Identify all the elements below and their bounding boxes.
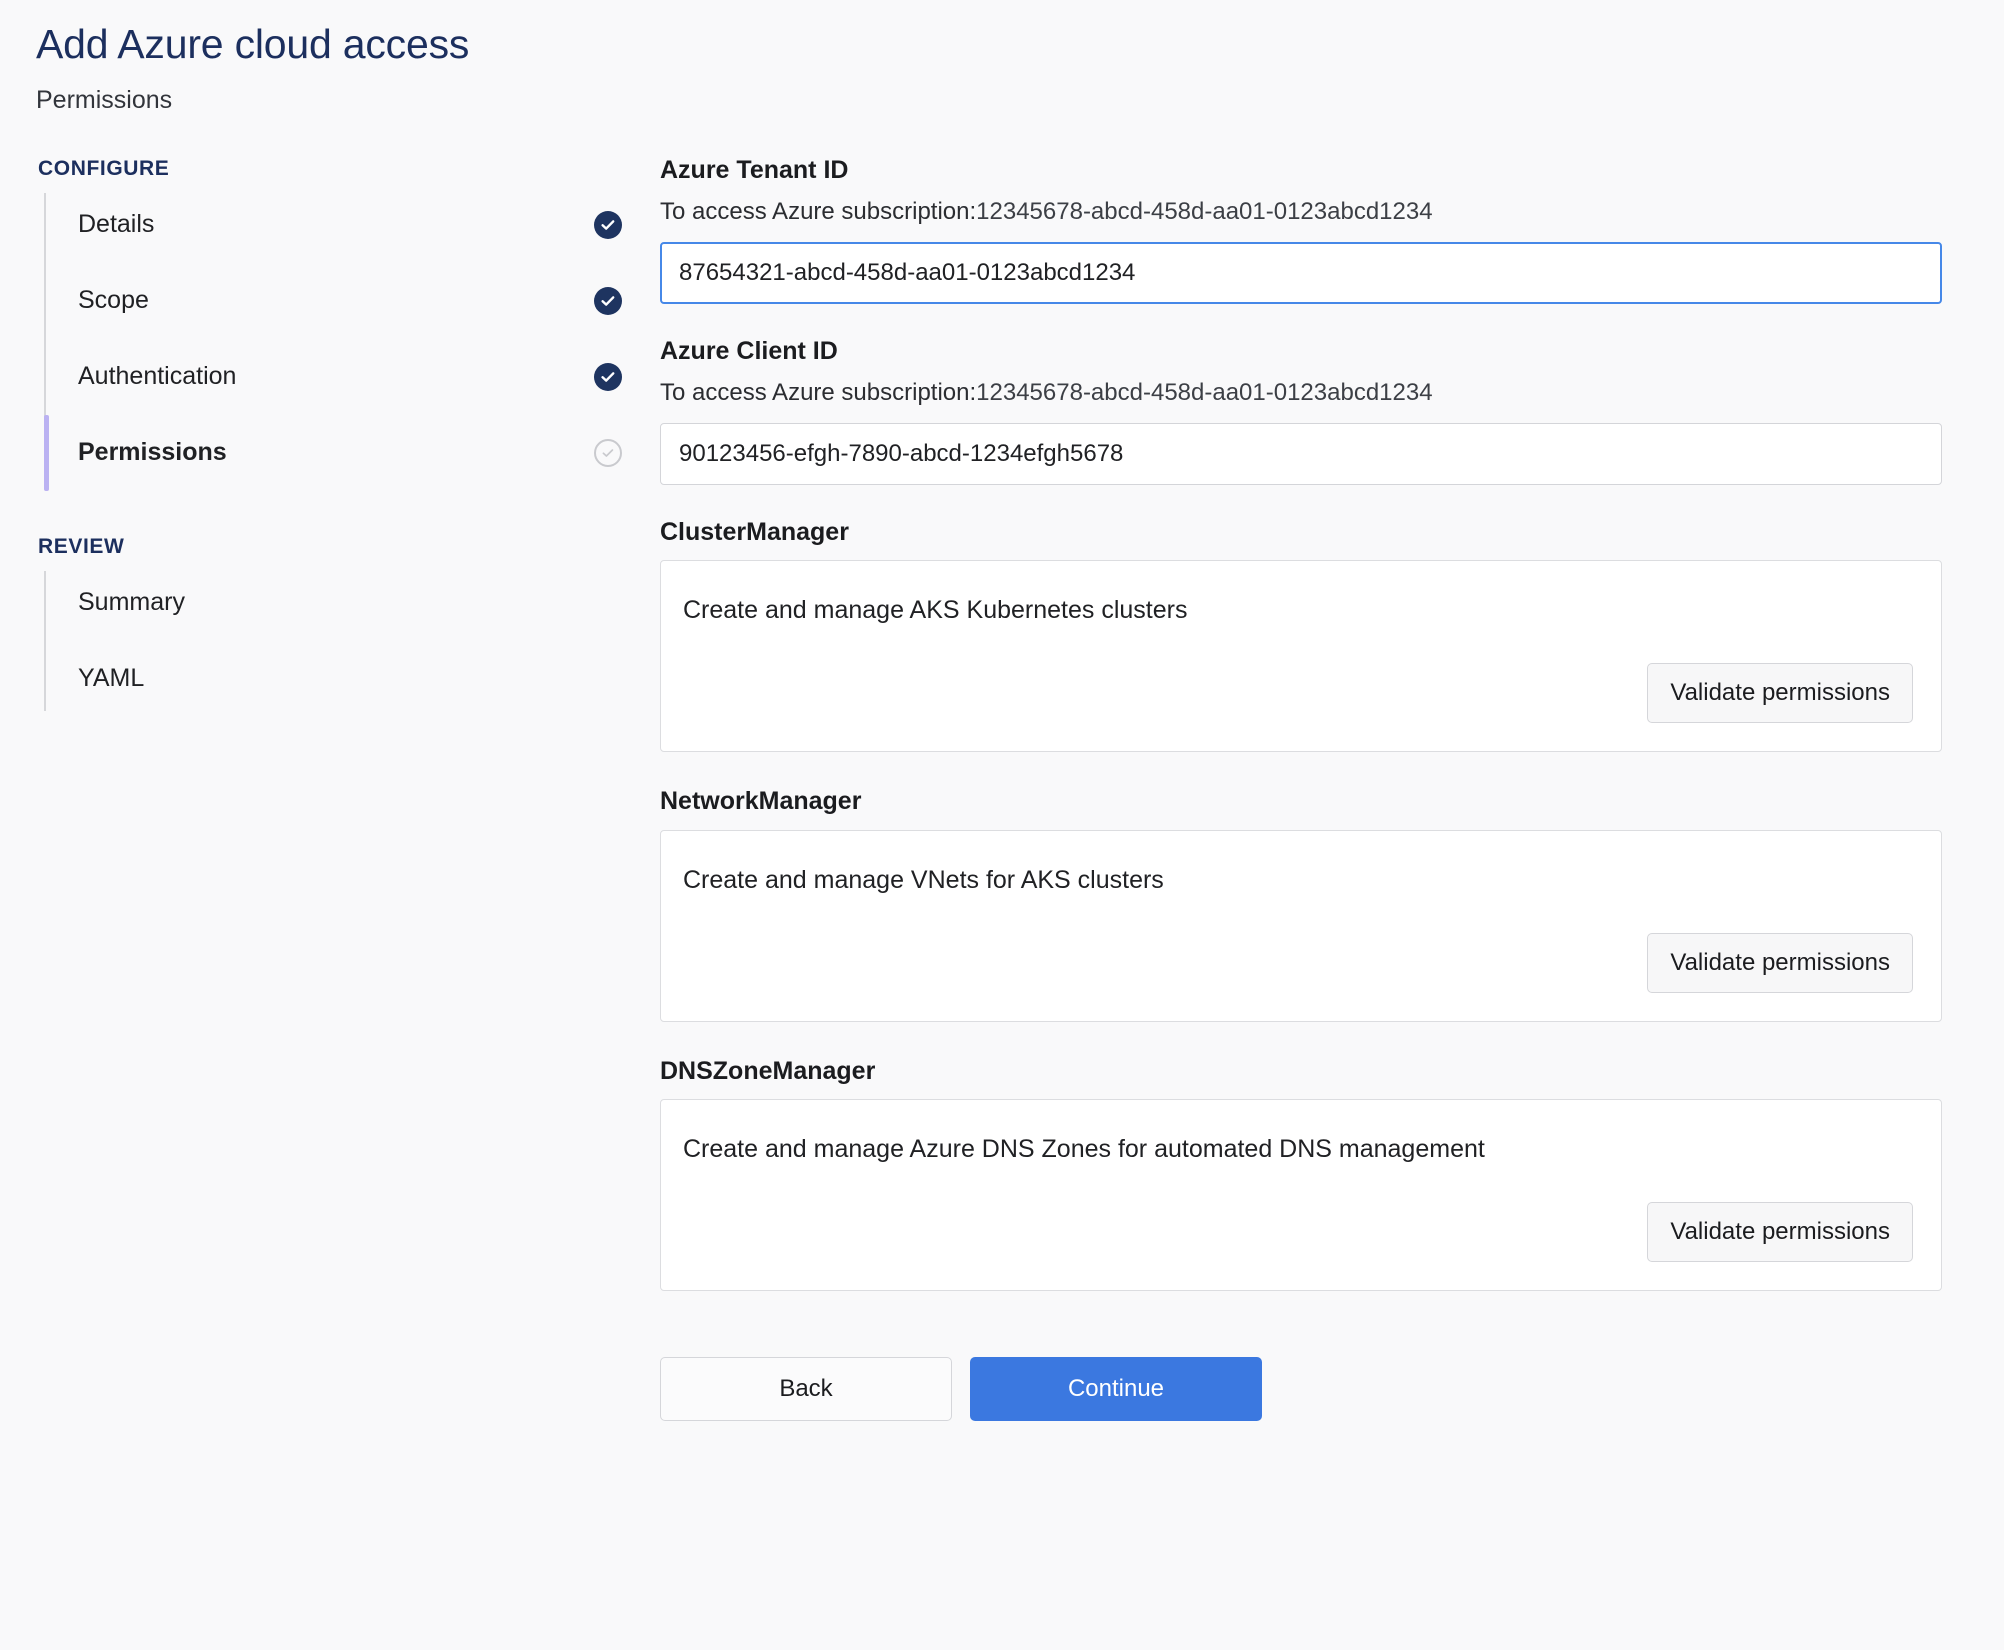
page-header: Add Azure cloud access Permissions bbox=[0, 0, 2004, 115]
permission-description: Create and manage AKS Kubernetes cluster… bbox=[683, 596, 1188, 625]
permission-card: Create and manage AKS Kubernetes cluster… bbox=[660, 560, 1942, 753]
nav-section-title: CONFIGURE bbox=[38, 156, 170, 180]
validate-permissions-button[interactable]: Validate permissions bbox=[1647, 932, 1913, 993]
back-button[interactable]: Back bbox=[660, 1357, 952, 1422]
wizard-main-panel: Azure Tenant ID To access Azure subscript… bbox=[660, 155, 2004, 1482]
field-hint: To access Azure subscription:12345678-ab… bbox=[660, 379, 1942, 407]
field-hint-prefix: To access Azure subscription: bbox=[660, 198, 977, 226]
check-circle-filled-icon bbox=[594, 210, 622, 239]
permission-card: Create and manage Azure DNS Zones for au… bbox=[660, 1099, 1942, 1292]
check-circle-filled-icon bbox=[594, 286, 622, 315]
sidebar-item-yaml[interactable]: YAML bbox=[78, 641, 660, 717]
permission-card: Create and manage VNets for AKS clusters… bbox=[660, 829, 1942, 1022]
add-cloud-access-wizard: Add Azure cloud access Permissions CONFI… bbox=[0, 0, 2004, 1650]
field-block: Azure Tenant ID To access Azure subscript… bbox=[660, 155, 1942, 304]
permission-description: Create and manage Azure DNS Zones for au… bbox=[683, 1135, 1485, 1164]
permission-description: Create and manage VNets for AKS clusters bbox=[683, 865, 1164, 894]
check-circle-outline-icon bbox=[594, 438, 622, 467]
page-title: Add Azure cloud access bbox=[36, 21, 470, 67]
permission-card-actions: Validate permissions bbox=[683, 932, 1913, 993]
permission-card-actions: Validate permissions bbox=[683, 663, 1913, 724]
active-step-indicator bbox=[44, 414, 49, 491]
field-label: Azure Tenant ID bbox=[660, 155, 849, 184]
page-subtitle: Permissions bbox=[36, 86, 173, 115]
sidebar-item-label: Details bbox=[78, 210, 155, 239]
field-block: Azure Client ID To access Azure subscript… bbox=[660, 336, 1942, 485]
sidebar-item-summary[interactable]: Summary bbox=[78, 565, 660, 641]
wizard-step-sidebar: CONFIGURE Details Scope Authentication Permi… bbox=[0, 157, 660, 761]
field-hint-subscription-id: 12345678-abcd-458d-aa01-0123abcd1234 bbox=[976, 379, 1433, 407]
field-hint: To access Azure subscription:12345678-ab… bbox=[660, 198, 1942, 226]
sidebar-item-label: Summary bbox=[78, 588, 185, 617]
permission-cards: ClusterManager Create and manage AKS Kube… bbox=[660, 517, 1942, 1292]
validate-permissions-button[interactable]: Validate permissions bbox=[1647, 663, 1913, 724]
wizard-body: CONFIGURE Details Scope Authentication Permi… bbox=[0, 155, 2004, 1482]
permission-block: DNSZoneManager Create and manage Azure DN… bbox=[660, 1056, 1942, 1292]
sidebar-item-authentication[interactable]: Authentication bbox=[78, 339, 660, 415]
sidebar-item-scope[interactable]: Scope bbox=[78, 263, 660, 339]
nav-section-title: REVIEW bbox=[38, 534, 125, 558]
sidebar-item-label: Permissions bbox=[78, 438, 227, 467]
nav-group: Details Scope Authentication Permissions bbox=[38, 187, 660, 491]
active-step-indicator bbox=[44, 263, 49, 339]
active-step-indicator bbox=[44, 187, 49, 263]
credential-fields: Azure Tenant ID To access Azure subscript… bbox=[660, 155, 1942, 485]
permission-title: ClusterManager bbox=[660, 517, 849, 546]
field-hint-prefix: To access Azure subscription: bbox=[660, 379, 977, 407]
sidebar-item-permissions[interactable]: Permissions bbox=[44, 414, 660, 491]
continue-button[interactable]: Continue bbox=[970, 1357, 1262, 1422]
permission-title: NetworkManager bbox=[660, 787, 862, 816]
active-step-indicator bbox=[44, 641, 49, 717]
sidebar-item-details[interactable]: Details bbox=[78, 187, 660, 263]
permission-card-actions: Validate permissions bbox=[683, 1202, 1913, 1263]
check-circle-filled-icon bbox=[594, 362, 622, 391]
field-hint-subscription-id: 12345678-abcd-458d-aa01-0123abcd1234 bbox=[976, 198, 1433, 226]
sidebar-item-label: Authentication bbox=[78, 362, 237, 391]
azure-tenant-id-input[interactable] bbox=[660, 241, 1942, 304]
active-step-indicator bbox=[44, 565, 49, 641]
nav-group: Summary YAML bbox=[38, 565, 660, 717]
sidebar-item-label: YAML bbox=[78, 664, 145, 693]
active-step-indicator bbox=[44, 339, 49, 415]
permission-block: NetworkManager Create and manage VNets fo… bbox=[660, 788, 1942, 1022]
permission-block: ClusterManager Create and manage AKS Kube… bbox=[660, 517, 1942, 753]
azure-client-id-input[interactable] bbox=[660, 422, 1942, 485]
validate-permissions-button[interactable]: Validate permissions bbox=[1647, 1202, 1913, 1263]
field-label: Azure Client ID bbox=[660, 336, 838, 365]
sidebar-item-label: Scope bbox=[78, 286, 149, 315]
permission-title: DNSZoneManager bbox=[660, 1056, 876, 1085]
wizard-footer-actions: Back Continue bbox=[660, 1357, 1942, 1481]
